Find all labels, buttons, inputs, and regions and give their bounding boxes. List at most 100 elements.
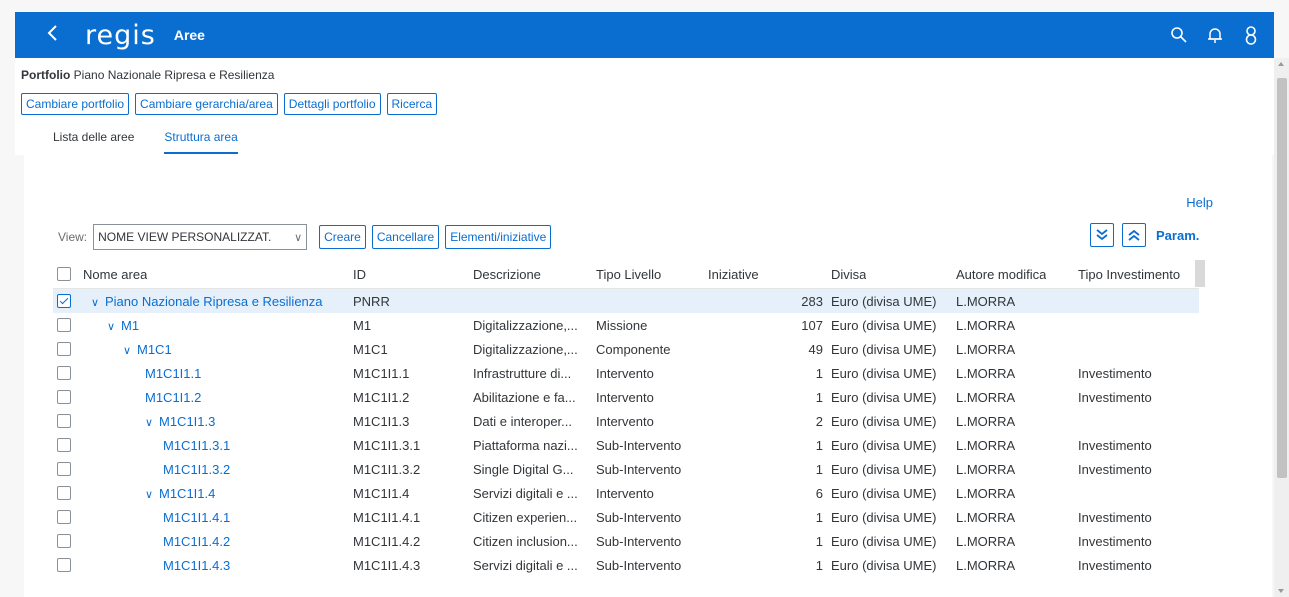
row-checkbox[interactable] xyxy=(57,294,71,308)
row-checkbox[interactable] xyxy=(57,510,71,524)
col-header-name[interactable]: Nome area xyxy=(83,267,147,282)
area-name-link[interactable]: M1C1I1.4 xyxy=(159,486,215,501)
area-name-link[interactable]: M1C1I1.4.3 xyxy=(163,558,230,573)
area-name-link[interactable]: M1C1I1.2 xyxy=(145,390,201,405)
elements-initiatives-button[interactable]: Elementi/iniziative xyxy=(445,225,552,249)
col-header-id[interactable]: ID xyxy=(353,267,366,282)
table-row[interactable]: M1C1I1.4.3 M1C1I1.4.3 Servizi digitali e .… xyxy=(53,553,1199,577)
table-row[interactable]: M1C1I1.3.1 M1C1I1.3.1 Piattaforma nazi... S… xyxy=(53,433,1199,457)
row-checkbox[interactable] xyxy=(57,534,71,548)
tree-node[interactable]: M1C1I1.1 xyxy=(145,366,201,381)
col-header-modified-by[interactable]: Autore modifica xyxy=(956,267,1046,282)
search-icon xyxy=(1171,27,1187,43)
area-name-link[interactable]: M1 xyxy=(121,318,139,333)
table-row[interactable]: ∨ M1 M1 Digitalizzazione,... Missione 107 Euro… xyxy=(53,313,1199,337)
area-name-link[interactable]: Piano Nazionale Ripresa e Resilienza xyxy=(105,294,323,309)
collapse-all-button[interactable] xyxy=(1122,223,1146,247)
tree-node[interactable]: M1C1I1.3.2 xyxy=(163,462,230,477)
tree-node[interactable]: M1C1I1.3.1 xyxy=(163,438,230,453)
tree-node[interactable]: ∨ M1C1I1.3 xyxy=(145,414,215,429)
tree-node[interactable]: ∨ M1C1I1.4 xyxy=(145,486,215,501)
table-row[interactable]: M1C1I1.3.2 M1C1I1.3.2 Single Digital G...… xyxy=(53,457,1199,481)
expand-chevron-icon[interactable]: ∨ xyxy=(91,296,105,309)
table-row[interactable]: ∨ M1C1I1.3 M1C1I1.3 Dati e interoper... Inte… xyxy=(53,409,1199,433)
page-scrollbar[interactable] xyxy=(1274,58,1289,597)
tree-node[interactable]: ∨ M1 xyxy=(107,318,139,333)
cell-modified-by: L.MORRA xyxy=(956,533,1016,549)
tree-node[interactable]: M1C1I1.2 xyxy=(145,390,201,405)
param-link[interactable]: Param. xyxy=(1156,228,1199,243)
view-select[interactable]: NOME VIEW PERSONALIZZAT. ∨ xyxy=(93,224,308,250)
table-row[interactable]: ∨ M1C1I1.4 M1C1I1.4 Servizi digitali e ... I… xyxy=(53,481,1199,505)
tree-node[interactable]: ∨ M1C1 xyxy=(123,342,172,357)
table-row[interactable]: M1C1I1.2 M1C1I1.2 Abilitazione e fa... Inte… xyxy=(53,385,1199,409)
row-checkbox[interactable] xyxy=(57,462,71,476)
scroll-down-arrow-icon[interactable] xyxy=(1278,589,1284,593)
back-button[interactable] xyxy=(33,22,73,48)
row-checkbox[interactable] xyxy=(57,390,71,404)
view-select-value: NOME VIEW PERSONALIZZAT. xyxy=(98,230,272,244)
scroll-thumb[interactable] xyxy=(1277,78,1287,478)
tab-area-structure[interactable]: Struttura area xyxy=(164,130,238,154)
area-name-link[interactable]: M1C1I1.3 xyxy=(159,414,215,429)
row-checkbox[interactable] xyxy=(57,342,71,356)
page-header: Portfolio Piano Nazionale Ripresa e Resi… xyxy=(15,58,1274,155)
row-checkbox[interactable] xyxy=(57,558,71,572)
row-checkbox[interactable] xyxy=(57,414,71,428)
cell-modified-by: L.MORRA xyxy=(956,437,1016,453)
row-checkbox[interactable] xyxy=(57,486,71,500)
tree-node[interactable]: M1C1I1.4.1 xyxy=(163,510,230,525)
area-name-link[interactable]: M1C1I1.3.2 xyxy=(163,462,230,477)
expand-chevron-icon[interactable]: ∨ xyxy=(145,416,159,429)
row-checkbox[interactable] xyxy=(57,318,71,332)
create-button[interactable]: Creare xyxy=(319,225,366,249)
tree-node[interactable]: M1C1I1.4.2 xyxy=(163,534,230,549)
cell-initiatives: 6 xyxy=(815,485,823,501)
area-name-link[interactable]: M1C1I1.1 xyxy=(145,366,201,381)
column-resize-handle[interactable] xyxy=(1195,260,1205,287)
area-name-link[interactable]: M1C1I1.3.1 xyxy=(163,438,230,453)
col-header-description[interactable]: Descrizione xyxy=(473,267,541,282)
delete-button[interactable]: Cancellare xyxy=(371,225,440,249)
help-link[interactable]: Help xyxy=(1186,195,1213,210)
notifications-button[interactable] xyxy=(1204,24,1226,46)
search-button[interactable] xyxy=(1168,24,1190,46)
table-right-tools: Param. xyxy=(1090,223,1199,247)
app-logo[interactable]: regis xyxy=(85,20,156,51)
table-row[interactable]: M1C1I1.4.1 M1C1I1.4.1 Citizen experien... S… xyxy=(53,505,1199,529)
scroll-up-arrow-icon[interactable] xyxy=(1278,62,1284,66)
tab-area-list[interactable]: Lista delle aree xyxy=(53,130,134,154)
expand-chevron-icon[interactable]: ∨ xyxy=(145,488,159,501)
row-checkbox[interactable] xyxy=(57,438,71,452)
col-header-currency[interactable]: Divisa xyxy=(831,267,866,282)
table-row[interactable]: ∨ Piano Nazionale Ripresa e Resilienza PNR… xyxy=(53,289,1199,313)
portfolio-details-button[interactable]: Dettagli portfolio xyxy=(283,93,381,115)
table-row[interactable]: M1C1I1.4.2 M1C1I1.4.2 Citizen inclusion...… xyxy=(53,529,1199,553)
user-button[interactable] xyxy=(1240,24,1262,46)
cell-id: M1C1I1.3.1 xyxy=(353,437,421,453)
tree-node[interactable]: M1C1I1.4.3 xyxy=(163,558,230,573)
cell-initiatives: 1 xyxy=(815,461,823,477)
area-name-link[interactable]: M1C1 xyxy=(137,342,172,357)
col-header-investment-type[interactable]: Tipo Investimento xyxy=(1078,267,1180,282)
search-action-button[interactable]: Ricerca xyxy=(386,93,438,115)
change-portfolio-button[interactable]: Cambiare portfolio xyxy=(21,93,130,115)
cell-id: PNRR xyxy=(353,293,390,309)
cell-modified-by: L.MORRA xyxy=(956,293,1016,309)
select-all-checkbox[interactable] xyxy=(57,267,71,281)
table-row[interactable]: M1C1I1.1 M1C1I1.1 Infrastrutture di... Inte… xyxy=(53,361,1199,385)
app-title: Aree xyxy=(173,27,205,43)
cell-id: M1C1I1.2 xyxy=(353,389,410,405)
area-name-link[interactable]: M1C1I1.4.1 xyxy=(163,510,230,525)
change-hierarchy-button[interactable]: Cambiare gerarchia/area xyxy=(135,93,278,115)
col-header-initiatives[interactable]: Iniziative xyxy=(708,267,759,282)
table-row[interactable]: ∨ M1C1 M1C1 Digitalizzazione,... Componente 4… xyxy=(53,337,1199,361)
row-checkbox[interactable] xyxy=(57,366,71,380)
col-header-level-type[interactable]: Tipo Livello xyxy=(596,267,661,282)
expand-chevron-icon[interactable]: ∨ xyxy=(123,344,137,357)
expand-chevron-icon[interactable]: ∨ xyxy=(107,320,121,333)
tree-node[interactable]: ∨ Piano Nazionale Ripresa e Resilienza xyxy=(91,294,323,309)
area-name-link[interactable]: M1C1I1.4.2 xyxy=(163,534,230,549)
expand-all-button[interactable] xyxy=(1090,223,1114,247)
cell-currency: Euro (divisa UME) xyxy=(831,413,937,429)
